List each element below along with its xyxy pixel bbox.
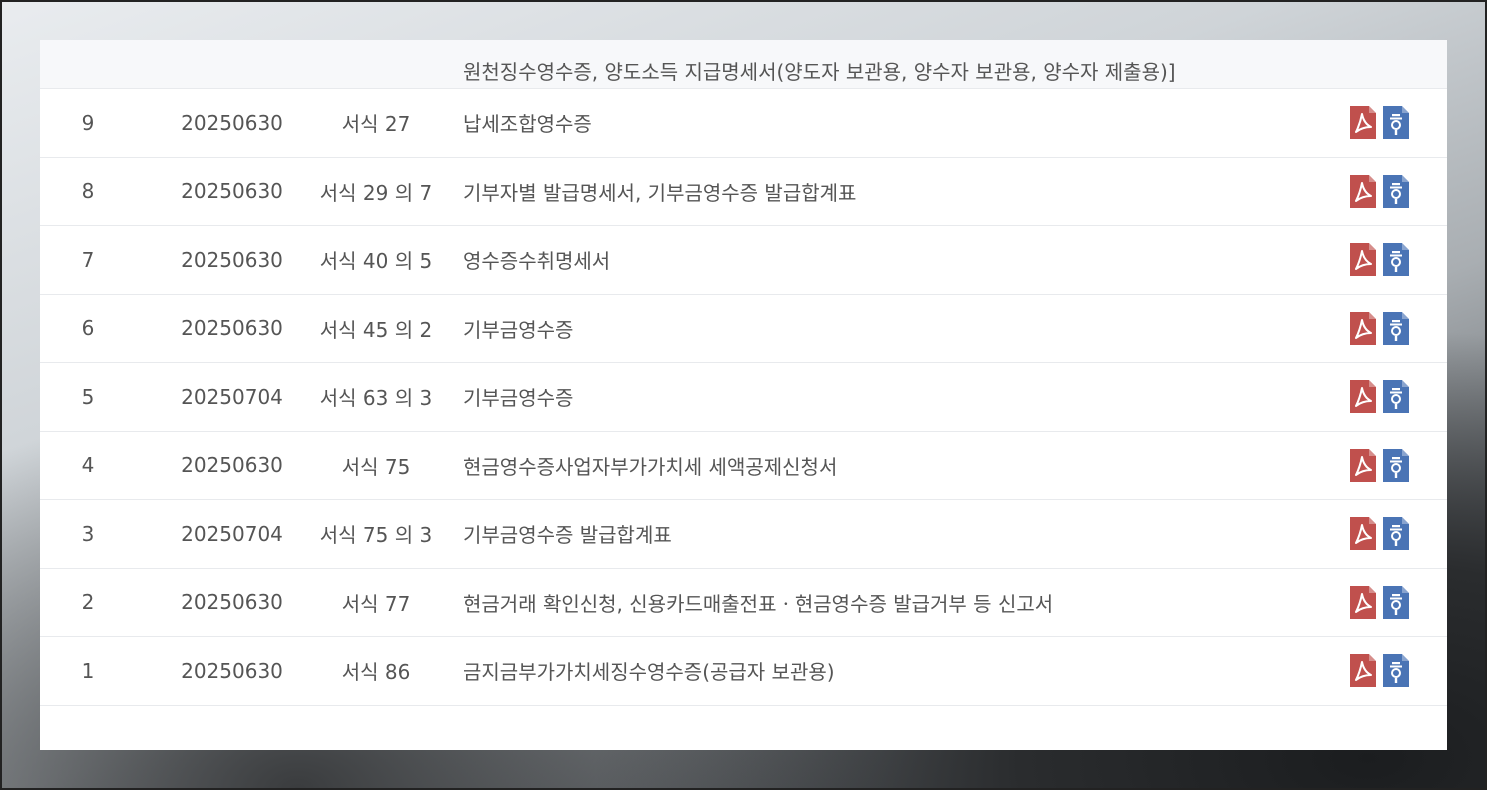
row-form-number: 서식 40 의 5 xyxy=(319,249,433,274)
row-date: 20250704 xyxy=(181,384,283,409)
table-row: 3 20250704 서식 75 의 3 기부금영수증 발급합계표 xyxy=(40,500,1447,569)
row-form-number: 서식 45 의 2 xyxy=(319,317,433,342)
row-form-number: 서식 86 xyxy=(341,660,411,685)
row-downloads xyxy=(1350,363,1410,431)
row-form-title: 금지금부가가치세징수영수증(공급자 보관용) xyxy=(463,660,835,685)
hwp-icon[interactable] xyxy=(1383,380,1409,414)
row-downloads xyxy=(1350,500,1410,568)
row-form-number: 서식 75 의 3 xyxy=(319,523,433,548)
table-row: 1 20250630 서식 86 금지금부가가치세징수영수증(공급자 보관용) xyxy=(40,637,1447,706)
row-date: 20250630 xyxy=(181,247,283,272)
table-row-partial: 원천징수영수증, 양도소득 지급명세서(양도자 보관용, 양수자 보관용, 양수… xyxy=(40,40,1447,89)
row-date: 20250630 xyxy=(181,453,283,478)
table-row: 6 20250630 서식 45 의 2 기부금영수증 xyxy=(40,295,1447,363)
hwp-icon[interactable] xyxy=(1383,106,1409,140)
hwp-icon[interactable] xyxy=(1383,517,1409,551)
pdf-icon[interactable] xyxy=(1350,654,1376,688)
row-date: 20250630 xyxy=(181,316,283,341)
row-number: 1 xyxy=(81,658,95,683)
row-number: 8 xyxy=(81,179,95,204)
pdf-icon[interactable] xyxy=(1350,243,1376,277)
row-form-number: 서식 63 의 3 xyxy=(319,386,433,411)
row-downloads xyxy=(1350,89,1410,157)
hwp-icon[interactable] xyxy=(1383,311,1409,345)
row-date: 20250630 xyxy=(181,179,283,204)
row-date: 20250630 xyxy=(181,658,283,683)
row-form-number: 서식 77 xyxy=(341,591,411,616)
row-downloads xyxy=(1350,637,1410,705)
table-row: 8 20250630 서식 29 의 7 기부자별 발급명세서, 기부금영수증 발급합… xyxy=(40,158,1447,226)
hwp-icon[interactable] xyxy=(1383,174,1409,208)
row-form-title: 현금영수증사업자부가가치세 세액공제신청서 xyxy=(463,454,838,479)
pdf-icon[interactable] xyxy=(1350,517,1376,551)
row-form-number: 서식 75 xyxy=(341,454,411,479)
row-form-number: 서식 29 의 7 xyxy=(319,180,433,205)
row-form-title: 납세조합영수증 xyxy=(463,112,592,137)
pdf-icon[interactable] xyxy=(1350,448,1376,482)
pdf-icon[interactable] xyxy=(1350,585,1376,619)
forms-table: 원천징수영수증, 양도소득 지급명세서(양도자 보관용, 양수자 보관용, 양수… xyxy=(40,40,1447,750)
pdf-icon[interactable] xyxy=(1350,174,1376,208)
row-number: 2 xyxy=(81,590,95,615)
pdf-icon[interactable] xyxy=(1350,106,1376,140)
form-title: 원천징수영수증, 양도소득 지급명세서(양도자 보관용, 양수자 보관용, 양수… xyxy=(463,60,1176,84)
hwp-icon[interactable] xyxy=(1383,585,1409,619)
pdf-icon[interactable] xyxy=(1350,380,1376,414)
hwp-icon[interactable] xyxy=(1383,654,1409,688)
row-form-title: 영수증수취명세서 xyxy=(463,249,611,274)
row-date: 20250630 xyxy=(181,110,283,135)
row-number: 7 xyxy=(81,247,95,272)
table-row: 2 20250630 서식 77 현금거래 확인신청, 신용카드매출전표ㆍ현금영수증 … xyxy=(40,569,1447,637)
row-number: 6 xyxy=(81,316,95,341)
row-number: 3 xyxy=(81,521,95,546)
row-form-title: 기부금영수증 xyxy=(463,317,574,342)
row-downloads xyxy=(1350,295,1410,363)
row-date: 20250630 xyxy=(181,590,283,615)
hwp-icon[interactable] xyxy=(1383,448,1409,482)
row-downloads xyxy=(1350,432,1410,500)
row-form-title: 현금거래 확인신청, 신용카드매출전표ㆍ현금영수증 발급거부 등 신고서 xyxy=(463,591,1054,616)
row-date: 20250704 xyxy=(181,521,283,546)
table-row: 5 20250704 서식 63 의 3 기부금영수증 xyxy=(40,363,1447,432)
table-row: 7 20250630 서식 40 의 5 영수증수취명세서 xyxy=(40,226,1447,295)
table-row: 9 20250630 서식 27 납세조합영수증 xyxy=(40,89,1447,158)
row-downloads xyxy=(1350,226,1410,294)
hwp-icon[interactable] xyxy=(1383,243,1409,277)
row-form-title: 기부자별 발급명세서, 기부금영수증 발급합계표 xyxy=(463,180,857,205)
row-number: 4 xyxy=(81,453,95,478)
row-form-title: 기부금영수증 xyxy=(463,386,574,411)
row-form-title: 기부금영수증 발급합계표 xyxy=(463,523,672,548)
table-row: 4 20250630 서식 75 현금영수증사업자부가가치세 세액공제신청서 xyxy=(40,432,1447,500)
row-number: 9 xyxy=(81,110,95,135)
pdf-icon[interactable] xyxy=(1350,311,1376,345)
row-number: 5 xyxy=(81,384,95,409)
row-form-number: 서식 27 xyxy=(341,112,411,137)
row-downloads xyxy=(1350,158,1410,226)
row-downloads xyxy=(1350,569,1410,637)
